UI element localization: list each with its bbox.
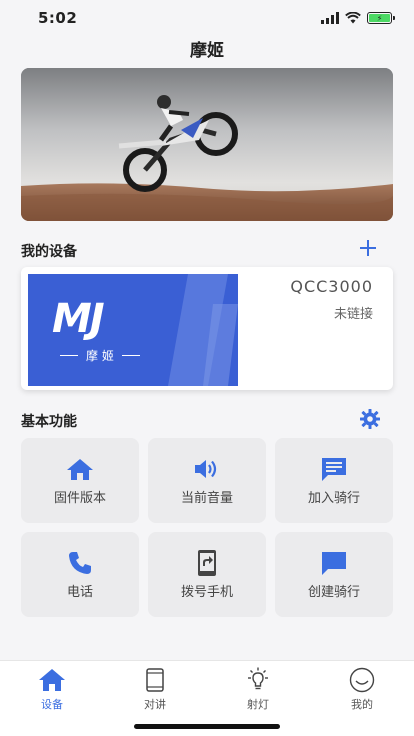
tile-label: 当前音量: [180, 491, 233, 506]
logo-subtitle-text: 摩 姬: [86, 349, 114, 363]
home-indicator: [134, 724, 280, 729]
tab-label: 设备: [41, 698, 63, 711]
features-title: 基本功能: [21, 414, 77, 430]
tile-label: 加入骑行: [307, 491, 360, 506]
smile-icon: [349, 667, 375, 693]
bulb-icon: [248, 667, 268, 690]
status-time: 5:02: [38, 9, 78, 27]
home-icon: [67, 459, 93, 480]
tile-label: 创建骑行: [307, 585, 360, 600]
device-card[interactable]: MJ 摩 姬 QCC3000 未链接: [21, 267, 393, 390]
tab-profile[interactable]: 我的: [322, 667, 402, 712]
logo-subtitle: 摩 姬: [60, 347, 140, 364]
tile-label: 拨号手机: [180, 585, 233, 600]
settings-button[interactable]: [360, 409, 380, 429]
add-device-button[interactable]: [358, 239, 378, 259]
join-ride-button[interactable]: 加入骑行: [275, 438, 393, 523]
features-grid: 固件版本 当前音量 加入骑行 电话 拨号手机 创建骑行: [21, 438, 393, 618]
dial-phone-button[interactable]: 拨号手机: [148, 532, 266, 617]
phone-forward-icon: [198, 550, 216, 576]
tablet-icon: [146, 668, 164, 692]
page-title: 摩姬: [190, 41, 224, 61]
logo-text: MJ: [52, 296, 105, 342]
create-ride-button[interactable]: 创建骑行: [275, 532, 393, 617]
battery-icon: ⚡: [367, 12, 395, 24]
device-name: QCC3000: [290, 277, 373, 296]
phone-button[interactable]: 电话: [21, 532, 139, 617]
tab-intercom[interactable]: 对讲: [115, 667, 195, 712]
tab-devices[interactable]: 设备: [12, 667, 92, 712]
tab-label: 我的: [351, 698, 373, 711]
banner-image[interactable]: [21, 68, 393, 221]
tab-spotlight[interactable]: 射灯: [218, 667, 298, 712]
home-icon: [39, 669, 65, 691]
tile-label: 固件版本: [53, 491, 106, 506]
message-icon: [322, 458, 346, 481]
device-status: 未链接: [333, 307, 373, 322]
chat-icon: [322, 552, 346, 575]
plus-icon: [360, 240, 376, 256]
tile-label: 电话: [66, 585, 93, 600]
current-volume-button[interactable]: 当前音量: [148, 438, 266, 523]
signal-icon: [321, 12, 339, 24]
wifi-icon: [345, 12, 361, 24]
device-logo: MJ 摩 姬: [28, 274, 238, 386]
phone-icon: [69, 552, 91, 574]
tab-label: 射灯: [247, 698, 269, 711]
my-devices-title: 我的设备: [21, 244, 77, 260]
volume-icon: [195, 460, 217, 478]
status-bar: 5:02 ⚡: [0, 0, 414, 36]
status-icons: ⚡: [321, 12, 395, 24]
firmware-version-button[interactable]: 固件版本: [21, 438, 139, 523]
gear-icon: [360, 409, 380, 429]
tab-label: 对讲: [144, 698, 166, 711]
